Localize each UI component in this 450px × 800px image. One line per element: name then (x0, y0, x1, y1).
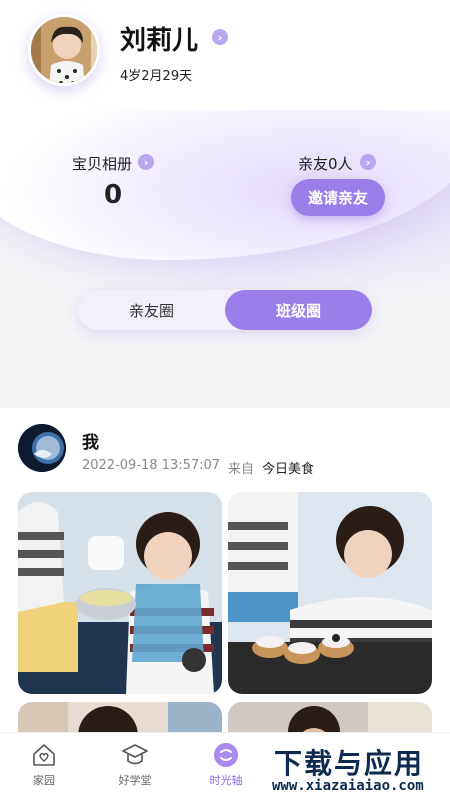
profile-header: 刘莉儿 › 4岁2月29天 宝贝相册 › 0 亲友0人 › 邀请亲友 亲友圈 班… (0, 0, 450, 405)
graduation-cap-icon (122, 744, 148, 765)
tab-friends-circle[interactable]: 亲友圈 (78, 290, 225, 330)
watermark-title: 下载与应用 (274, 747, 425, 780)
profile-chevron-icon[interactable]: › (212, 29, 228, 45)
friends-count-label[interactable]: 亲友0人 (298, 153, 353, 174)
post-photo[interactable] (228, 492, 432, 694)
tab-school[interactable]: 好学堂 (105, 741, 165, 788)
invite-friends-button[interactable]: 邀请亲友 (291, 179, 385, 216)
tab-timeline[interactable]: 时光轴 (196, 741, 256, 788)
house-heart-icon (33, 744, 55, 766)
tab-home[interactable]: 家园 (14, 741, 74, 788)
header-tint (0, 110, 450, 310)
post-source[interactable]: 今日美食 (262, 458, 314, 477)
site-watermark: 下载与应用 www.xiazaiaiao.com (264, 740, 450, 800)
tab-timeline-label: 时光轴 (209, 774, 243, 787)
author-avatar[interactable] (18, 424, 66, 472)
watermark-url: www.xiazaiaiao.com (272, 778, 424, 794)
post-timestamp: 2022-09-18 13:57:07 (82, 458, 221, 473)
child-avatar[interactable] (28, 14, 100, 86)
tab-school-label: 好学堂 (118, 774, 152, 787)
child-age: 4岁2月29天 (120, 69, 193, 84)
friends-chevron-icon[interactable]: › (360, 154, 376, 170)
album-label[interactable]: 宝贝相册 (72, 153, 132, 174)
tab-home-label: 家园 (33, 774, 55, 787)
post-author: 我 (82, 433, 99, 453)
circle-segmented-control: 亲友圈 班级圈 (78, 290, 372, 330)
post-photo[interactable] (18, 492, 222, 694)
child-name: 刘莉儿 (120, 26, 199, 56)
album-count: 0 (104, 180, 123, 210)
post-feed: 我 2022-09-18 13:57:07 来自 今日美食 (0, 408, 450, 748)
album-chevron-icon[interactable]: › (138, 154, 154, 170)
timeline-icon (214, 743, 238, 767)
post-from-label: 来自 (228, 462, 255, 477)
tab-class-circle[interactable]: 班级圈 (225, 290, 372, 330)
